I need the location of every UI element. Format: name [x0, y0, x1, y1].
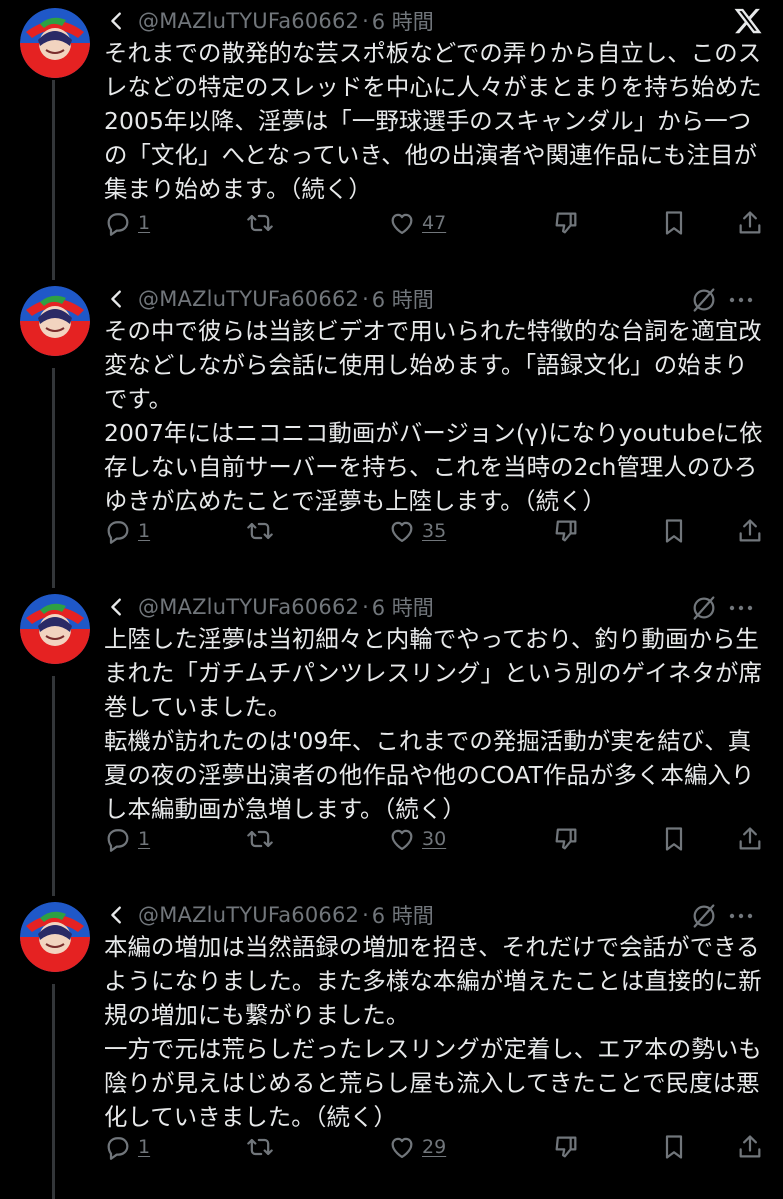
- like-count: 35: [422, 520, 447, 542]
- reply-icon: [107, 829, 129, 852]
- thread-line: [52, 80, 55, 280]
- tweet-text: 上陸した淫夢は当初細々と内輪でやっており、釣り動画から生まれた「ガチムチパンツレ…: [104, 625, 762, 823]
- dislike-button[interactable]: [552, 825, 580, 853]
- bookmark-icon: [665, 1135, 683, 1159]
- dislike-button[interactable]: [552, 517, 580, 545]
- bookmark-icon: [665, 519, 683, 543]
- reply-icon: [107, 213, 129, 236]
- dot-separator: ·: [362, 903, 369, 927]
- bookmark-button[interactable]: [660, 1133, 688, 1161]
- retweet-icon: [247, 830, 273, 848]
- x-logo-icon[interactable]: [733, 6, 763, 40]
- heart-icon: [391, 213, 413, 235]
- retweet-icon: [247, 214, 273, 232]
- share-button[interactable]: [736, 209, 764, 237]
- tweet-header: @MAZluTYUFa60662 · 6 時間: [106, 282, 434, 316]
- bookmark-icon: [665, 211, 683, 235]
- like-button[interactable]: 30: [388, 825, 446, 853]
- retweet-button[interactable]: [246, 825, 280, 853]
- tweet-header: @MAZluTYUFa60662 · 6 時間: [106, 4, 434, 38]
- avatar[interactable]: [20, 594, 90, 664]
- like-button[interactable]: 35: [388, 517, 446, 545]
- more-options-icon[interactable]: [726, 902, 756, 930]
- like-count: 30: [422, 828, 447, 850]
- bookmark-button[interactable]: [660, 825, 688, 853]
- tweet-handle[interactable]: @MAZluTYUFa60662: [138, 903, 359, 927]
- tweet-handle[interactable]: @MAZluTYUFa60662: [138, 287, 359, 311]
- share-icon: [739, 519, 761, 542]
- share-icon: [739, 1135, 761, 1158]
- chevron-left-icon[interactable]: [106, 10, 128, 32]
- heart-icon: [391, 521, 413, 543]
- chevron-left-icon[interactable]: [106, 596, 128, 618]
- avatar[interactable]: [20, 8, 90, 78]
- share-button[interactable]: [736, 825, 764, 853]
- share-button[interactable]: [736, 1133, 764, 1161]
- bookmark-icon: [665, 827, 683, 851]
- avatar[interactable]: [20, 902, 90, 972]
- tweet-text: 本編の増加は当然語録の増加を招き、それだけで会話ができるようになりました。また多…: [104, 933, 762, 1131]
- dislike-button[interactable]: [552, 1133, 580, 1161]
- reply-icon: [107, 521, 129, 544]
- tweet-header: @MAZluTYUFa60662 · 6 時間: [106, 590, 434, 624]
- share-icon: [739, 211, 761, 234]
- dot-separator: ·: [362, 595, 369, 619]
- thread-line: [52, 676, 55, 896]
- retweet-button[interactable]: [246, 517, 280, 545]
- grok-icon[interactable]: [690, 286, 718, 314]
- tweet-actions: 1 29: [104, 1133, 768, 1167]
- thumbs-down-icon: [555, 1136, 577, 1158]
- tweet-time[interactable]: 6 時間: [372, 592, 434, 622]
- like-button[interactable]: 47: [388, 209, 446, 237]
- more-options-icon[interactable]: [726, 286, 756, 314]
- grok-icon[interactable]: [690, 902, 718, 930]
- tweet-actions: 1 35: [104, 517, 768, 551]
- like-button[interactable]: 29: [388, 1133, 446, 1161]
- like-count: 29: [422, 1136, 447, 1158]
- like-count: 47: [422, 212, 447, 234]
- retweet-icon: [247, 1138, 273, 1156]
- more-options-icon[interactable]: [726, 594, 756, 622]
- retweet-icon: [247, 522, 273, 540]
- reply-count: 1: [138, 520, 151, 542]
- tweet-actions: 1 47: [104, 209, 768, 243]
- tweet-header: @MAZluTYUFa60662 · 6 時間: [106, 898, 434, 932]
- heart-icon: [391, 1137, 413, 1159]
- tweet-text: その中で彼らは当該ビデオで用いられた特徴的な台詞を適宜改変などしながら会話に使用…: [104, 317, 763, 515]
- bookmark-button[interactable]: [660, 209, 688, 237]
- tweet-time[interactable]: 6 時間: [372, 284, 434, 314]
- reply-icon: [107, 1137, 129, 1160]
- reply-count: 1: [138, 828, 151, 850]
- share-icon: [739, 827, 761, 850]
- reply-button[interactable]: 1: [104, 209, 150, 237]
- reply-button[interactable]: 1: [104, 517, 150, 545]
- avatar[interactable]: [20, 286, 90, 356]
- reply-count: 1: [138, 212, 151, 234]
- tweet-time[interactable]: 6 時間: [372, 900, 434, 930]
- tweet-time[interactable]: 6 時間: [372, 6, 434, 36]
- thread-line: [52, 984, 55, 1199]
- heart-icon: [391, 829, 413, 851]
- tweet-handle[interactable]: @MAZluTYUFa60662: [138, 595, 359, 619]
- thumbs-down-icon: [555, 828, 577, 850]
- tweet-actions: 1 30: [104, 825, 768, 859]
- thread-line: [52, 368, 55, 588]
- reply-count: 1: [138, 1136, 151, 1158]
- reply-button[interactable]: 1: [104, 1133, 150, 1161]
- share-button[interactable]: [736, 517, 764, 545]
- dot-separator: ·: [362, 287, 369, 311]
- retweet-button[interactable]: [246, 1133, 280, 1161]
- dislike-button[interactable]: [552, 209, 580, 237]
- reply-button[interactable]: 1: [104, 825, 150, 853]
- grok-icon[interactable]: [690, 594, 718, 622]
- tweet-handle[interactable]: @MAZluTYUFa60662: [138, 9, 359, 33]
- chevron-left-icon[interactable]: [106, 288, 128, 310]
- thumbs-down-icon: [555, 212, 577, 234]
- thumbs-down-icon: [555, 520, 577, 542]
- dot-separator: ·: [362, 9, 369, 33]
- chevron-left-icon[interactable]: [106, 904, 128, 926]
- retweet-button[interactable]: [246, 209, 280, 237]
- bookmark-button[interactable]: [660, 517, 688, 545]
- tweet-text: それまでの散発的な芸スポ板などでの弄りから自立し、このスレなどの特定のスレッドを…: [104, 39, 762, 203]
